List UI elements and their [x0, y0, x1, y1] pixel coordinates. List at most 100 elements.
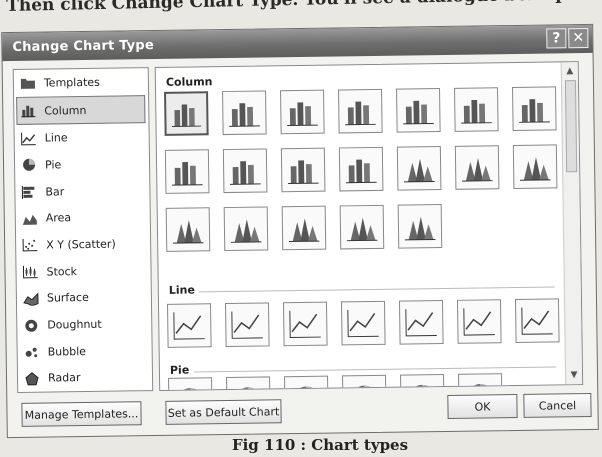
sidebar-item-bar[interactable]: Bar	[15, 177, 149, 206]
set-default-label: Set as Default Chart	[167, 404, 280, 420]
sidebar-item-label: Bar	[45, 184, 65, 199]
sidebar-item-pie[interactable]: Pie	[15, 150, 149, 179]
section-title-line: Line	[168, 283, 195, 297]
column-chart-thumbnail-icon	[519, 99, 550, 123]
gallery-scrollbar[interactable]: ▲ ▼	[560, 62, 583, 385]
column-chart-thumbnail-icon	[288, 160, 319, 185]
chart-subtype-pie-1[interactable]	[168, 377, 213, 391]
column-chart-thumbnail-icon	[230, 161, 261, 185]
bar-chart-icon	[21, 185, 37, 199]
section-title-pie: Pie	[169, 363, 190, 377]
chart-subtype-column-2[interactable]	[222, 90, 267, 136]
chart-subtype-column-12[interactable]	[396, 146, 442, 191]
sidebar-item-area[interactable]: Area	[16, 204, 150, 233]
set-default-chart-button[interactable]: Set as Default Chart	[165, 399, 282, 425]
chart-subtype-column-7[interactable]	[512, 86, 557, 132]
close-button[interactable]: ✕	[568, 27, 589, 49]
section-title-column: Column	[165, 75, 213, 89]
sidebar-item-radar[interactable]: Radar	[18, 364, 152, 393]
sidebar-item-label: Line	[44, 131, 68, 145]
pie-chart-thumbnail-icon	[466, 384, 494, 391]
section-divider	[193, 366, 556, 373]
sidebar-item-column[interactable]: Column	[16, 94, 146, 126]
dialog-titlebar[interactable]: Change Chart Type ? ✕	[2, 24, 593, 62]
line-chart-icon	[21, 131, 37, 146]
column-chart-thumbnail-icon	[171, 104, 202, 127]
sidebar-item-stock[interactable]: Stock	[16, 257, 150, 286]
chart-category-list: Templates Column Line Pie Bar Area X Y (…	[12, 67, 154, 393]
chart-subtype-column-14[interactable]	[512, 144, 558, 190]
chart-subtype-column-3[interactable]	[280, 89, 325, 135]
instruction-caption: Then click Change Chart Type. You'll see…	[6, 0, 566, 16]
chart-subtype-pie-3[interactable]	[284, 375, 329, 391]
ok-button[interactable]: OK	[447, 393, 518, 419]
sidebar-item-label: Radar	[47, 371, 81, 385]
chart-subtype-line-6[interactable]	[456, 299, 502, 344]
chart-subtype-line-5[interactable]	[398, 300, 444, 345]
column-chart-thumbnail-icon	[461, 99, 492, 124]
scroll-up-icon[interactable]: ▲	[564, 65, 576, 77]
chart-subtype-column-15[interactable]	[165, 207, 211, 252]
sidebar-item-templates[interactable]: Templates	[14, 68, 148, 97]
column-chart-thumbnail-icon	[403, 100, 434, 125]
column-chart-thumbnail-icon	[404, 158, 435, 183]
chart-subtype-gallery: Column Line Pie ▲ ▼	[154, 61, 584, 391]
column-chart-thumbnail-icon	[288, 218, 320, 242]
scrollbar-thumb[interactable]	[564, 80, 578, 173]
sidebar-item-label: Surface	[46, 291, 89, 305]
chart-subtype-column-4[interactable]	[338, 88, 383, 134]
scroll-down-icon[interactable]: ▼	[568, 369, 580, 381]
pie-chart-icon	[21, 158, 37, 172]
column-chart-thumbnail-icon	[172, 162, 203, 186]
column-chart-thumbnail-icon	[229, 103, 260, 127]
sidebar-item-label: Area	[45, 211, 72, 225]
manage-templates-button[interactable]: Manage Templates...	[21, 401, 142, 427]
chart-subtype-column-6[interactable]	[454, 87, 499, 132]
chart-subtype-line-4[interactable]	[340, 300, 386, 346]
sidebar-item-surface[interactable]: Surface	[17, 284, 151, 313]
dialog-title: Change Chart Type	[12, 38, 155, 55]
chart-subtype-column-5[interactable]	[396, 88, 441, 133]
sidebar-item-label: Bubble	[47, 344, 87, 359]
chart-subtype-pie-2[interactable]	[226, 376, 271, 391]
sidebar-item-label: Doughnut	[47, 317, 102, 332]
sidebar-item-label: Pie	[44, 158, 62, 172]
sidebar-item-bubble[interactable]: Bubble	[17, 337, 151, 366]
chart-subtype-pie-4[interactable]	[342, 374, 387, 391]
chart-subtype-column-1[interactable]	[164, 91, 209, 136]
chart-subtype-column-11[interactable]	[338, 146, 384, 192]
chart-subtype-column-19[interactable]	[397, 204, 443, 249]
radar-chart-icon	[24, 372, 40, 386]
chart-subtype-column-13[interactable]	[454, 145, 500, 190]
chart-subtype-pie-6[interactable]	[458, 373, 503, 391]
line-chart-thumbnail-icon	[173, 312, 205, 340]
bubble-chart-icon	[24, 345, 40, 359]
change-chart-type-dialog: Change Chart Type ? ✕ Templates Column L…	[1, 23, 599, 439]
chart-subtype-line-7[interactable]	[514, 298, 560, 344]
column-chart-thumbnail-icon	[172, 220, 204, 244]
sidebar-item-label: Stock	[46, 264, 78, 279]
line-chart-thumbnail-icon	[463, 308, 495, 336]
chart-subtype-column-8[interactable]	[164, 149, 210, 194]
area-chart-icon	[22, 211, 38, 225]
sidebar-item-doughnut[interactable]: Doughnut	[17, 310, 151, 339]
sidebar-item-line[interactable]: Line	[14, 123, 148, 152]
sidebar-item-xy-scatter[interactable]: X Y (Scatter)	[16, 230, 150, 259]
column-chart-thumbnail-icon	[346, 159, 377, 184]
folder-icon	[20, 76, 36, 90]
line-chart-thumbnail-icon	[231, 311, 263, 339]
chart-subtype-column-9[interactable]	[222, 148, 268, 194]
chart-subtype-line-3[interactable]	[282, 301, 328, 347]
chart-subtype-line-1[interactable]	[167, 303, 212, 348]
column-chart-thumbnail-icon	[346, 217, 378, 242]
chart-subtype-pie-5[interactable]	[400, 374, 445, 391]
help-button[interactable]: ?	[546, 28, 567, 49]
chart-subtype-column-10[interactable]	[280, 147, 326, 193]
chart-subtype-column-16[interactable]	[223, 206, 269, 252]
chart-subtype-line-2[interactable]	[224, 302, 270, 348]
cancel-button[interactable]: Cancel	[523, 392, 592, 418]
chart-subtype-column-18[interactable]	[339, 204, 385, 250]
pie-chart-thumbnail-icon	[408, 384, 436, 391]
chart-subtype-column-17[interactable]	[281, 205, 327, 251]
stock-chart-icon	[22, 265, 38, 279]
